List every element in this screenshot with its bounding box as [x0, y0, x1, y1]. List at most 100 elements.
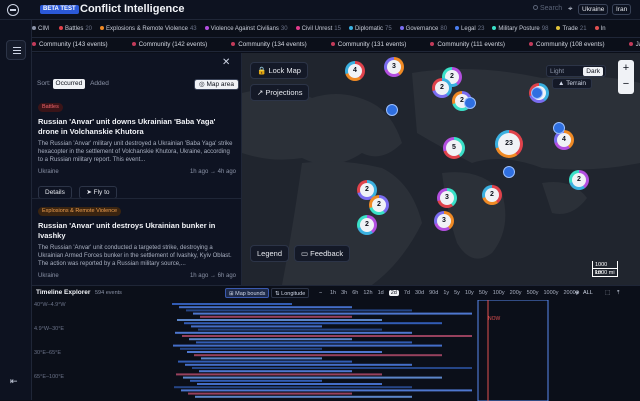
event-card[interactable]: Explosions & Remote Violence Russian 'An… [32, 198, 241, 285]
timeline-event-bar[interactable] [200, 315, 352, 318]
event-cluster[interactable]: 2 [369, 195, 389, 215]
theme-dark[interactable]: Dark [583, 67, 603, 76]
range-option[interactable]: 2d [388, 290, 399, 296]
sort-added[interactable]: Added [87, 79, 112, 89]
menu-button[interactable] [6, 40, 26, 60]
range-option[interactable]: 3h [341, 290, 347, 296]
feedback-button[interactable]: ▭ Feedback [294, 245, 351, 262]
timeline-event-bar[interactable] [197, 383, 382, 385]
timeline-event-bar[interactable] [186, 309, 412, 312]
timeline-event-bar[interactable] [201, 357, 322, 360]
terrain-toggle[interactable]: ▲ Terrain [552, 78, 592, 89]
marker-icon[interactable] [386, 104, 398, 116]
category-filter[interactable]: Violence Against Civilians 30 [204, 26, 288, 32]
timeline-event-bar[interactable] [199, 370, 352, 373]
range-option[interactable]: 12h [363, 290, 372, 296]
timeline-event-bar[interactable] [193, 312, 472, 315]
timeline-event-bar[interactable] [182, 335, 472, 337]
marker-icon[interactable] [503, 166, 515, 178]
event-cluster[interactable]: 4 [345, 61, 365, 81]
timeline-event-bar[interactable] [181, 389, 472, 392]
category-filter[interactable]: Civil Unrest 15 [295, 26, 341, 32]
timeline-event-bar[interactable] [174, 386, 412, 389]
range-option[interactable]: 10y [465, 290, 474, 296]
timeline-event-bar[interactable] [173, 344, 442, 347]
timeline-event-bar[interactable] [172, 303, 292, 305]
timeline-event-bar[interactable] [179, 306, 352, 309]
event-cluster[interactable]: 2 [482, 185, 502, 205]
community-chip[interactable]: Community (131 events) [330, 41, 419, 48]
event-cluster[interactable]: 2 [569, 170, 589, 190]
category-filter[interactable]: Governance 80 [399, 26, 447, 32]
lock-map-button[interactable]: 🔒 Lock Map [250, 62, 308, 79]
close-icon[interactable]: ✕ [222, 57, 230, 68]
category-filter[interactable]: Battles 20 [59, 26, 92, 32]
community-chip[interactable]: Japan's Strategic P [628, 41, 640, 48]
logout-icon[interactable]: ⇤ [10, 376, 18, 387]
range-option[interactable]: 50y [479, 290, 488, 296]
community-chip[interactable]: Community (142 events) [131, 41, 220, 48]
timeline-event-bar[interactable] [184, 322, 442, 325]
event-cluster[interactable]: 23 [495, 130, 523, 158]
community-chip[interactable]: Community (108 events) [529, 41, 617, 48]
zoom-in-button[interactable]: + [618, 60, 634, 76]
range-option[interactable]: 6h [352, 290, 358, 296]
all-range-button[interactable]: ALL [580, 288, 596, 298]
category-filter[interactable]: Legal 23 [455, 26, 484, 32]
app-logo-icon[interactable] [7, 4, 19, 16]
theme-toggle[interactable]: Light Dark [546, 65, 606, 77]
timeline-event-bar[interactable] [175, 331, 412, 334]
timeline-event-bar[interactable] [177, 319, 382, 321]
event-cluster[interactable]: 2 [357, 215, 377, 235]
timeline-event-bar[interactable] [187, 351, 382, 353]
search-input[interactable]: Search [533, 5, 562, 12]
zoom-out-icon[interactable]: − [316, 288, 325, 298]
timeline-rows[interactable]: 40°W–4.9°W 4.9°W–30°E 30°E–65°E 65°E–100… [32, 300, 640, 401]
map-area-toggle[interactable]: ◎ Map area [194, 79, 239, 90]
range-option[interactable]: 1y [443, 290, 449, 296]
timeline-event-bar[interactable] [176, 373, 382, 376]
theme-light[interactable]: Light [550, 66, 564, 77]
timeline-event-bar[interactable] [185, 363, 412, 366]
range-option[interactable]: 1d [378, 290, 384, 296]
range-option[interactable]: 1000y [544, 290, 559, 296]
timeline-event-bar[interactable] [194, 354, 442, 357]
timeline-event-bar[interactable] [180, 347, 322, 350]
category-filter[interactable]: In [594, 26, 608, 32]
community-chip[interactable]: Community (143 events) [32, 41, 120, 48]
community-chip[interactable]: Community (111 events) [430, 41, 517, 48]
map-view[interactable]: 🔒 Lock Map ↗ Projections Light Dark ▲ Te… [242, 53, 640, 285]
timeline-event-bar[interactable] [190, 379, 322, 382]
marker-icon[interactable] [464, 97, 476, 109]
collapse-icon[interactable]: ⤒ [614, 288, 622, 298]
timeline-event-bar[interactable] [191, 325, 322, 328]
timeline-event-bar[interactable] [195, 395, 412, 398]
country-chip-iran[interactable]: Iran [612, 4, 632, 15]
timeline-event-bar[interactable] [183, 376, 442, 379]
range-option[interactable]: 7d [404, 290, 410, 296]
event-cluster[interactable]: 3 [434, 211, 454, 231]
longitude-button[interactable]: ⇅ Longitude [271, 288, 310, 298]
category-filter[interactable]: Trade 21 [556, 26, 587, 32]
range-option[interactable]: 1h [330, 290, 336, 296]
country-chip-ukraine[interactable]: Ukraine [578, 4, 609, 15]
community-chip[interactable]: Community (134 events) [231, 41, 319, 48]
range-option[interactable]: 100y [493, 290, 505, 296]
range-option[interactable]: 500y [527, 290, 539, 296]
legend-button[interactable]: Legend [250, 245, 290, 262]
map-bounds-button[interactable]: ⊞ Map bounds [225, 288, 270, 298]
event-cluster[interactable]: 3 [437, 188, 457, 208]
timeline-event-bar[interactable] [192, 367, 472, 369]
event-cluster[interactable]: 2 [432, 78, 452, 98]
timeline-event-bar[interactable] [196, 341, 412, 344]
zoom-out-button[interactable]: − [618, 76, 634, 92]
timeline-event-bar[interactable] [188, 392, 352, 395]
category-filter[interactable]: CIM [32, 26, 51, 32]
fit-icon[interactable]: ⬚ [602, 288, 613, 298]
event-cluster[interactable]: 5 [443, 137, 465, 159]
sort-occurred[interactable]: Occurred [52, 79, 86, 89]
projections-button[interactable]: ↗ Projections [250, 84, 310, 101]
range-option[interactable]: 5y [454, 290, 460, 296]
range-option[interactable]: 30d [415, 290, 424, 296]
event-cluster[interactable]: 3 [384, 57, 404, 77]
